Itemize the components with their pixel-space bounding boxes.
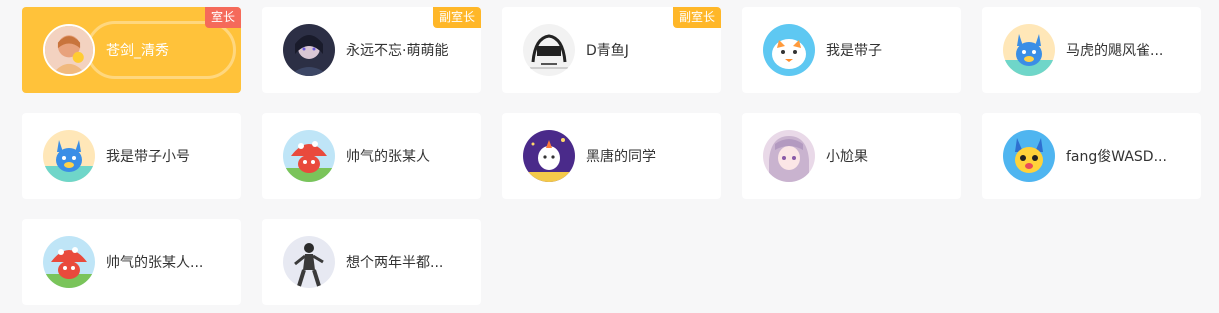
- blue-creature-avatar-icon: [1003, 24, 1055, 76]
- member-card-vice-2[interactable]: D青鱼J 副室长: [502, 7, 721, 93]
- owner-badge: 室长: [204, 7, 241, 28]
- member-grid: 苍剑_清秀 室长 永远不忘·萌萌能 副室长 D青鱼J 副室长 我是带子 马虎的飓…: [22, 7, 1201, 305]
- member-name: 我是带子小号: [106, 149, 190, 165]
- purple-night-avatar-icon: [523, 130, 575, 182]
- member-name: 帅气的张某人: [346, 149, 430, 165]
- member-card[interactable]: 我是带子: [742, 7, 961, 93]
- member-card[interactable]: 小尬果: [742, 113, 961, 199]
- member-card[interactable]: 帅气的张某人: [262, 113, 481, 199]
- member-card[interactable]: fang俊WASD...: [982, 113, 1201, 199]
- vice-owner-badge: 副室长: [432, 7, 481, 28]
- sketch-avatar-icon: [523, 24, 575, 76]
- yellow-creature-avatar-icon: [1003, 130, 1055, 182]
- member-name: 黑唐的同学: [586, 149, 656, 165]
- member-name: 我是带子: [826, 43, 882, 59]
- member-card[interactable]: 帅气的张某人...: [22, 219, 241, 305]
- member-name: fang俊WASD...: [1066, 149, 1167, 165]
- member-name: 帅气的张某人...: [106, 255, 204, 271]
- girl-avatar-icon: [43, 24, 95, 76]
- member-name: 马虎的飓风雀...: [1066, 43, 1164, 59]
- member-card[interactable]: 想个两年半都...: [262, 219, 481, 305]
- blue-creature-avatar-icon: [43, 130, 95, 182]
- member-card-owner[interactable]: 苍剑_清秀 室长: [22, 7, 241, 93]
- member-card[interactable]: 黑唐的同学: [502, 113, 721, 199]
- red-mushroom-avatar-icon: [283, 130, 335, 182]
- vice-owner-badge: 副室长: [672, 7, 721, 28]
- member-name: 想个两年半都...: [346, 255, 444, 271]
- member-card-vice-1[interactable]: 永远不忘·萌萌能 副室长: [262, 7, 481, 93]
- member-card[interactable]: 马虎的飓风雀...: [982, 7, 1201, 93]
- bird-mascot-avatar-icon: [763, 24, 815, 76]
- member-card[interactable]: 我是带子小号: [22, 113, 241, 199]
- anime-girl-avatar-icon: [763, 130, 815, 182]
- dark-anime-avatar-icon: [283, 24, 335, 76]
- member-name: D青鱼J: [586, 43, 629, 59]
- member-name: 永远不忘·萌萌能: [346, 43, 449, 59]
- member-name: 小尬果: [826, 149, 868, 165]
- red-mushroom-avatar-icon: [43, 236, 95, 288]
- member-name: 苍剑_清秀: [106, 43, 169, 59]
- dancer-avatar-icon: [283, 236, 335, 288]
